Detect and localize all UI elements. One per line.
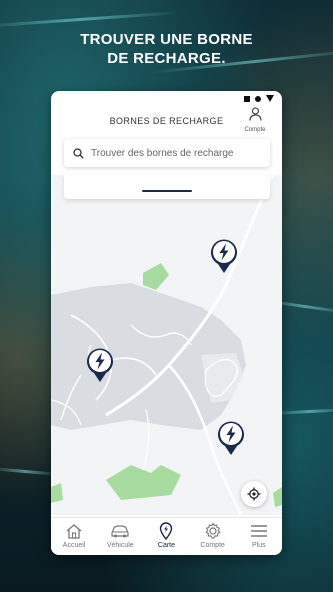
charging-station-marker[interactable]: [216, 420, 246, 456]
tab-label: Accueil: [62, 542, 86, 549]
park-area: [51, 483, 63, 503]
park-area: [106, 465, 181, 500]
tab-label: Carte: [157, 542, 176, 549]
phone-screen: BORNES DE RECHARGE Compte Trouver des bo…: [51, 91, 282, 555]
lightning-bolt-icon: [218, 421, 244, 455]
bottom-tab-bar: Accueil Véhicule Carte Compte Plus: [51, 517, 282, 555]
park-area: [273, 487, 282, 507]
tab-compte[interactable]: Compte: [190, 522, 236, 549]
search-bar[interactable]: [64, 139, 270, 167]
app-header: BORNES DE RECHARGE Compte: [51, 91, 282, 133]
lightning-bolt-icon: [87, 348, 113, 382]
user-icon: [248, 107, 262, 121]
lightning-bolt-icon: [211, 239, 237, 273]
locate-me-button[interactable]: [241, 481, 267, 507]
tab-vehicule[interactable]: Véhicule: [97, 522, 143, 549]
crosshair-icon: [247, 487, 261, 501]
drag-handle[interactable]: [142, 190, 192, 192]
promo-headline: TROUVER UNE BORNE DE RECHARGE.: [0, 30, 333, 68]
tab-label: Véhicule: [106, 542, 134, 549]
search-input[interactable]: [91, 147, 261, 159]
map-canvas: [51, 174, 282, 516]
account-label: Compte: [244, 127, 266, 133]
light-streak: [0, 11, 180, 28]
account-button[interactable]: Compte: [242, 107, 268, 133]
headline-line-1: TROUVER UNE BORNE: [80, 31, 253, 48]
bottom-sheet-header[interactable]: [64, 175, 270, 199]
car-icon: [110, 522, 130, 540]
map-view[interactable]: [51, 174, 282, 516]
tab-plus[interactable]: Plus: [236, 522, 282, 549]
headline-line-2: DE RECHARGE.: [107, 50, 226, 67]
tab-label: Compte: [200, 542, 225, 549]
search-icon: [73, 147, 84, 159]
tab-carte[interactable]: Carte: [143, 522, 189, 549]
home-icon: [65, 522, 83, 540]
tab-accueil[interactable]: Accueil: [51, 522, 97, 549]
tab-label: Plus: [252, 542, 266, 549]
gear-icon: [204, 522, 222, 540]
charging-station-marker[interactable]: [85, 347, 115, 383]
map-pin-icon: [159, 522, 173, 540]
charging-station-marker[interactable]: [209, 238, 239, 274]
menu-icon: [250, 522, 268, 540]
park-area: [143, 263, 169, 290]
